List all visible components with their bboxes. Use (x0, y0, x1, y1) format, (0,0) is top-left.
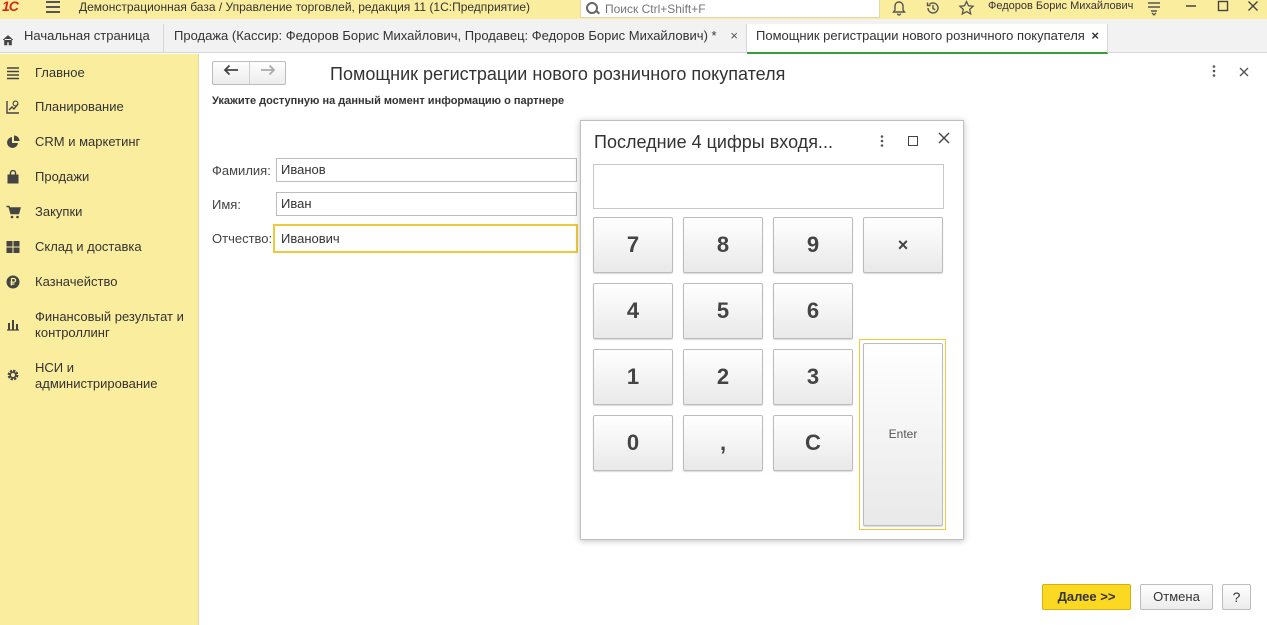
key-7[interactable]: 7 (593, 217, 673, 273)
numpad-display[interactable] (593, 164, 944, 209)
sidebar-item-crm[interactable]: CRM и маркетинг (0, 134, 199, 150)
bar-chart-icon (6, 317, 20, 331)
key-comma[interactable]: , (683, 415, 763, 471)
tabs-bar: Начальная страница Продажа (Кассир: Федо… (0, 19, 1267, 54)
sidebar-item-label: Планирование (35, 99, 124, 114)
sidebar-item-admin[interactable]: НСИ и администрирование (0, 360, 199, 392)
planning-icon (6, 100, 20, 114)
history-icon[interactable] (924, 0, 942, 18)
last-name-label: Фамилия: (212, 163, 271, 178)
search-input[interactable] (601, 1, 871, 16)
title-bar: 1С Демонстрационная база / Управление то… (0, 0, 1267, 19)
star-icon[interactable] (957, 0, 975, 18)
sidebar-item-main[interactable]: Главное (0, 65, 199, 81)
close-icon[interactable] (1243, 0, 1263, 16)
first-name-label: Имя: (212, 197, 241, 212)
app-title: Демонстрационная база / Управление торго… (79, 0, 531, 14)
sidebar-item-label: Казначейство (35, 274, 118, 289)
sidebar-item-label: Финансовый результат и контроллинг (35, 309, 184, 340)
key-c[interactable]: C (773, 415, 853, 471)
tab-close-icon[interactable]: × (1091, 24, 1099, 48)
search-icon (585, 1, 601, 16)
cancel-button[interactable]: Отмена (1140, 584, 1213, 610)
patronymic-label: Отчество: (212, 231, 273, 246)
cart-icon (6, 205, 21, 219)
tab-label: Помощник регистрации нового розничного п… (756, 28, 1085, 43)
gear-icon (6, 368, 20, 382)
key-2[interactable]: 2 (683, 349, 763, 405)
more-actions-icon[interactable] (1208, 64, 1220, 80)
pie-chart-icon (6, 135, 20, 149)
bag-icon (6, 169, 20, 184)
sidebar-item-label: НСИ и администрирование (35, 360, 158, 391)
tab-close-icon[interactable]: × (730, 24, 738, 48)
page-title: Помощник регистрации нового розничного п… (330, 64, 786, 84)
sidebar-item-sales[interactable]: Продажи (0, 169, 199, 185)
key-6[interactable]: 6 (773, 283, 853, 339)
forward-arrow-icon[interactable] (249, 62, 285, 84)
minimize-icon[interactable] (1181, 0, 1201, 16)
sidebar-item-warehouse[interactable]: Склад и доставка (0, 239, 199, 255)
tab-home[interactable]: Начальная страница (0, 24, 164, 53)
form-hint: Укажите доступную на данный момент инфор… (212, 95, 565, 107)
first-name-field[interactable]: Иван (276, 192, 577, 216)
global-search[interactable] (580, 0, 880, 18)
menu-icon (6, 66, 20, 80)
sidebar-item-finance[interactable]: Финансовый результат и контроллинг (0, 309, 199, 341)
back-arrow-icon[interactable] (213, 62, 249, 84)
home-icon (2, 30, 14, 46)
sidebar-item-label: Продажи (35, 169, 90, 184)
sidebar-item-label: Закупки (35, 204, 83, 219)
key-3[interactable]: 3 (773, 349, 853, 405)
numpad-dialog: Последние 4 цифры входя... 7 8 9 × 4 5 6… (580, 120, 964, 540)
current-user[interactable]: Федоров Борис Михайлович (988, 0, 1133, 13)
tab-label: Продажа (Кассир: Федоров Борис Михайлови… (174, 28, 717, 43)
bell-icon[interactable] (890, 0, 908, 18)
key-enter[interactable]: Enter (863, 343, 943, 526)
main-menu-icon[interactable] (46, 1, 60, 15)
dialog-close-icon[interactable] (936, 132, 952, 148)
maximize-icon[interactable] (1213, 0, 1233, 16)
key-0[interactable]: 0 (593, 415, 673, 471)
settings-menu-icon[interactable] (1145, 0, 1163, 18)
tab-sale[interactable]: Продажа (Кассир: Федоров Борис Михайлови… (164, 24, 747, 53)
sidebar-item-label: Склад и доставка (35, 239, 142, 254)
sidebar-item-treasury[interactable]: Казначейство (0, 274, 199, 290)
history-nav (212, 61, 286, 85)
key-8[interactable]: 8 (683, 217, 763, 273)
help-button[interactable]: ? (1222, 584, 1251, 610)
treasury-icon (6, 275, 20, 289)
dialog-maximize-icon[interactable] (908, 136, 918, 146)
sidebar: Главное Планирование CRM и маркетинг Про… (0, 54, 199, 625)
key-1[interactable]: 1 (593, 349, 673, 405)
form-close-icon[interactable] (1237, 64, 1251, 80)
key-4[interactable]: 4 (593, 283, 673, 339)
patronymic-field[interactable]: Иванович (273, 224, 578, 253)
dialog-more-icon[interactable] (877, 134, 887, 150)
next-button[interactable]: Далее >> (1042, 584, 1131, 610)
key-clear-x[interactable]: × (863, 217, 943, 273)
sidebar-item-planning[interactable]: Планирование (0, 99, 199, 115)
sidebar-item-label: Главное (35, 65, 85, 80)
tab-label: Начальная страница (24, 28, 150, 43)
sidebar-item-label: CRM и маркетинг (35, 134, 141, 149)
dialog-title: Последние 4 цифры входя... (594, 132, 833, 152)
key-5[interactable]: 5 (683, 283, 763, 339)
key-9[interactable]: 9 (773, 217, 853, 273)
app-logo[interactable]: 1С (2, 0, 34, 14)
warehouse-icon (6, 240, 20, 254)
tab-customer-wizard[interactable]: Помощник регистрации нового розничного п… (747, 24, 1108, 54)
last-name-field[interactable]: Иванов (276, 158, 577, 182)
sidebar-item-purchases[interactable]: Закупки (0, 204, 199, 220)
